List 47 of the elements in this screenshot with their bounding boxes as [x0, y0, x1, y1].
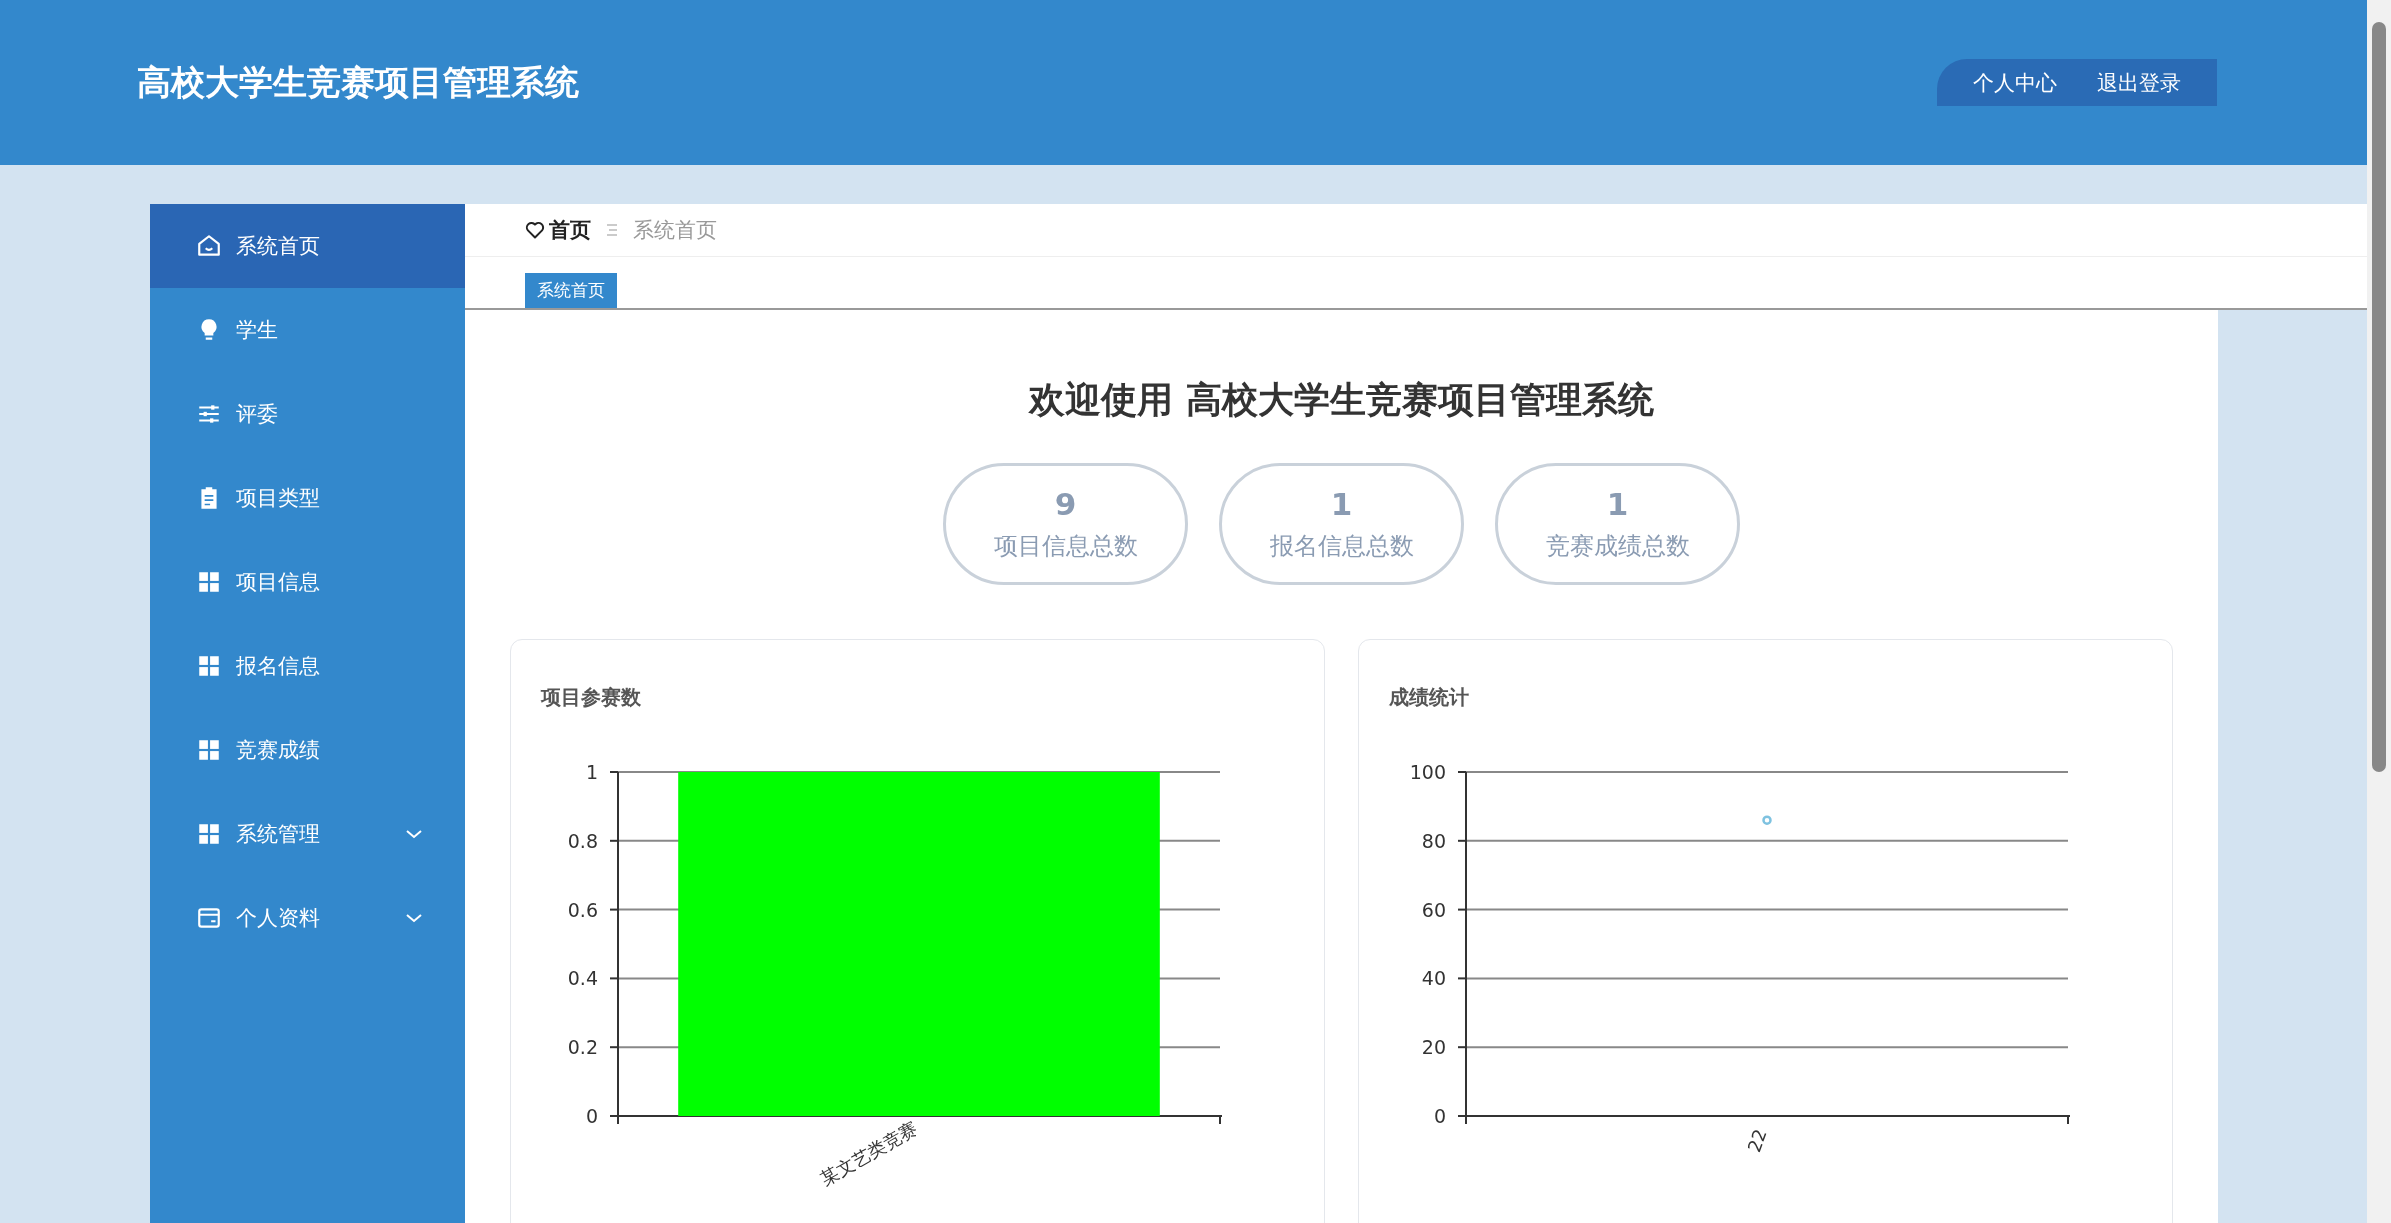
sidebar-item[interactable]: 项目信息 — [150, 540, 465, 624]
sidebar-item[interactable]: 个人资料 — [150, 876, 465, 960]
stat-value: 1 — [1330, 486, 1353, 522]
separator-icon — [605, 223, 619, 237]
sidebar-item[interactable]: 系统首页 — [150, 204, 465, 288]
chart-title: 成绩统计 — [1389, 684, 1470, 711]
y-tick-label: 80 — [1421, 829, 1446, 852]
y-tick-label: 40 — [1421, 967, 1446, 990]
x-tick-label: 22 — [1743, 1126, 1771, 1155]
sidebar-item[interactable]: 学生 — [150, 288, 465, 372]
y-tick-label: 0.2 — [567, 1036, 598, 1059]
chart-title: 项目参赛数 — [541, 684, 642, 711]
header-link[interactable]: 退出登录 — [2077, 59, 2201, 106]
stat-label: 报名信息总数 — [1269, 531, 1414, 562]
stat-label: 项目信息总数 — [993, 531, 1138, 562]
y-tick-label: 0 — [585, 1105, 598, 1127]
grid-icon — [196, 737, 222, 763]
welcome-heading: 欢迎使用 高校大学生竞赛项目管理系统 — [1027, 378, 1655, 422]
y-tick-label: 0 — [1433, 1105, 1446, 1127]
sidebar-item[interactable]: 评委 — [150, 372, 465, 456]
stat-label: 竞赛成绩总数 — [1545, 531, 1690, 562]
app-title: 高校大学生竞赛项目管理系统 — [137, 60, 579, 104]
sidebar-item[interactable]: 系统管理 — [150, 792, 465, 876]
grid-icon — [196, 821, 222, 847]
stat-value: 1 — [1606, 486, 1629, 522]
grid-icon — [196, 653, 222, 679]
stat-value: 9 — [1054, 486, 1077, 522]
x-tick-label: 某文艺类竞赛 — [816, 1117, 921, 1190]
sidebar-item[interactable]: 报名信息 — [150, 624, 465, 708]
y-tick-label: 1 — [585, 761, 598, 783]
sidebar-item[interactable]: 竞赛成绩 — [150, 708, 465, 792]
y-tick-label: 0.4 — [567, 967, 598, 990]
heart-icon — [525, 220, 545, 240]
y-tick-label: 60 — [1421, 898, 1446, 921]
header-link[interactable]: 个人中心 — [1953, 59, 2077, 106]
scrollbar-thumb[interactable] — [2372, 22, 2386, 772]
breadcrumb-current: 系统首页 — [633, 217, 717, 244]
sidebar-item[interactable]: 项目类型 — [150, 456, 465, 540]
y-tick-label: 0.6 — [567, 898, 598, 921]
breadcrumb-link[interactable]: 首页 — [549, 216, 591, 244]
y-tick-label: 100 — [1409, 761, 1446, 783]
grid-icon — [196, 569, 222, 595]
y-tick-label: 0.8 — [567, 829, 598, 852]
home-icon — [196, 233, 222, 259]
page-tab[interactable]: 系统首页 — [525, 273, 617, 308]
wallet-icon — [196, 905, 222, 931]
y-tick-label: 20 — [1421, 1036, 1446, 1059]
